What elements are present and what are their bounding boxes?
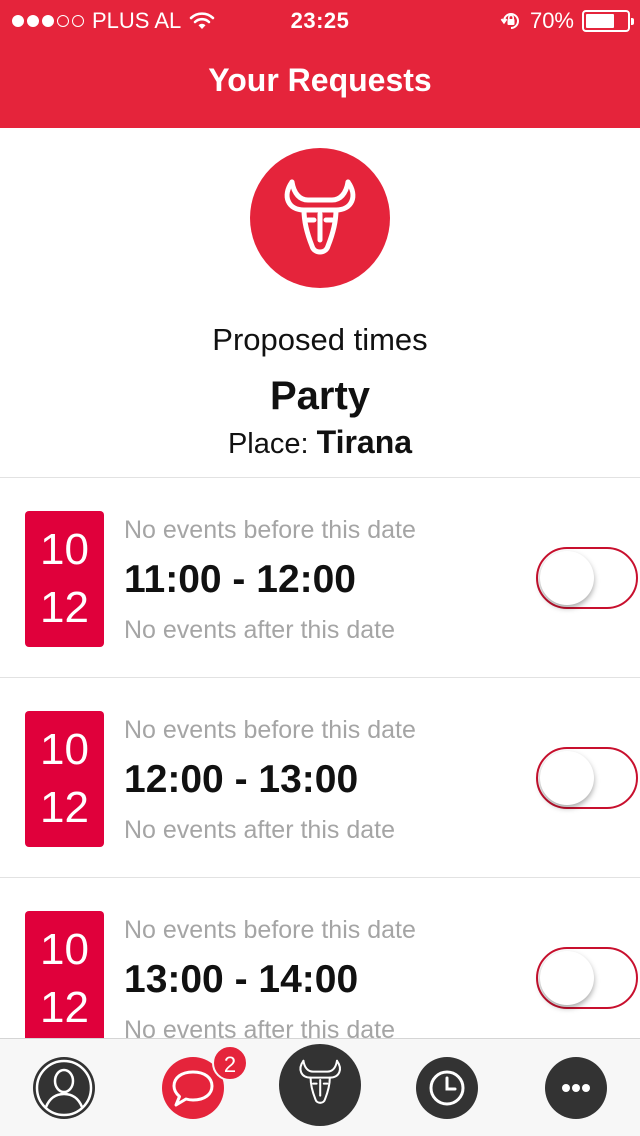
request-summary: Proposed times Party Place: Tirana [0,128,640,478]
events-before-note: No events before this date [124,916,416,944]
date-day: 10 [40,725,89,774]
time-range: 11:00 - 12:00 [124,558,357,601]
place-line: Place: Tirana [0,424,640,461]
toggle-knob [540,751,594,805]
status-right: 70% [500,8,634,34]
place-value: Tirana [316,424,413,460]
time-range: 12:00 - 13:00 [124,758,359,801]
tab-home[interactable] [279,1044,361,1126]
profile-icon [35,1059,93,1117]
bull-head-icon [250,148,390,288]
page-title: Your Requests [208,62,432,98]
place-label: Place: [227,428,309,460]
chat-unread-badge: 2 [212,1045,248,1081]
app-header: PLUS AL 23:25 70% Your Requests [0,0,640,128]
tab-profile[interactable] [33,1057,95,1119]
events-before-note: No events before this date [124,716,416,744]
time-slot-row[interactable]: 10 12 No events before this date 13:00 -… [0,878,640,1038]
date-badge: 10 12 [25,711,104,847]
status-bar: PLUS AL 23:25 70% [0,0,640,40]
proposed-times-label: Proposed times [212,322,428,357]
date-month: 12 [40,983,89,1032]
battery-icon [582,10,634,32]
events-after-note: No events after this date [124,1016,395,1038]
date-month: 12 [40,583,89,632]
time-slot-list[interactable]: 10 12 No events before this date 11:00 -… [0,478,640,1038]
more-icon [562,1084,590,1092]
tab-bar: 2 [0,1038,640,1136]
date-badge: 10 12 [25,511,104,647]
event-name: Party [269,374,371,418]
date-day: 10 [40,525,89,574]
events-after-note: No events after this date [124,816,395,844]
bull-head-icon [299,1059,341,1104]
toggle-knob [540,951,594,1005]
date-month: 12 [40,783,89,832]
slot-toggle[interactable] [536,547,638,609]
battery-fill [586,14,614,28]
clock-icon [429,1070,465,1106]
time-slot-row[interactable]: 10 12 No events before this date 12:00 -… [0,678,640,878]
slot-toggle[interactable] [536,747,638,809]
tab-more[interactable] [545,1057,607,1119]
battery-percent: 70% [529,8,574,33]
date-day: 10 [40,925,89,974]
toggle-knob [540,551,594,605]
rotation-lock-icon [500,13,519,29]
date-badge: 10 12 [25,911,104,1038]
slot-toggle[interactable] [536,947,638,1009]
tab-history[interactable] [416,1057,478,1119]
time-range: 13:00 - 14:00 [124,958,359,1001]
events-after-note: No events after this date [124,616,395,644]
events-before-note: No events before this date [124,516,416,544]
time-slot-row[interactable]: 10 12 No events before this date 11:00 -… [0,478,640,678]
